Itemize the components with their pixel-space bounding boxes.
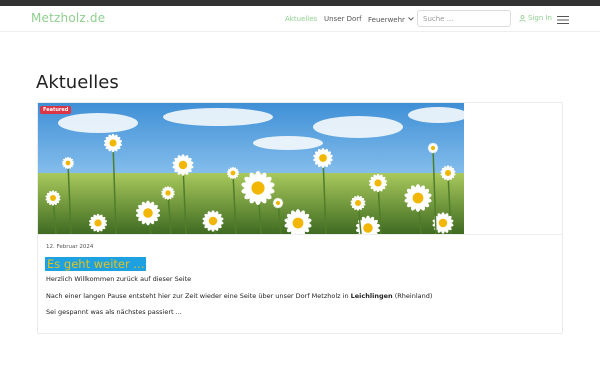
user-icon [519, 14, 528, 22]
post-paragraph-welcome: Herzlich Willkommen zurück auf dieser Se… [46, 275, 192, 283]
site-logo-link[interactable]: Metzholz.de [31, 11, 105, 25]
nav-item-feuerwehr[interactable]: Feuerwehr [368, 15, 414, 24]
post-hero-image[interactable]: Featured [38, 103, 464, 234]
main-navbar: Metzholz.de Aktuelles Unser Dorf Feuerwe… [0, 6, 600, 32]
post-date: 12. Februar 2024 [46, 244, 94, 250]
chevron-down-icon [408, 15, 414, 23]
post-title-link[interactable]: Es geht weiter ... [45, 257, 147, 271]
featured-badge: Featured [40, 106, 72, 114]
hamburger-menu-icon[interactable] [557, 15, 569, 25]
intro-text-bold-town: Leichlingen [350, 292, 393, 300]
intro-text-start: Nach einer langen Pause entsteht hier zu… [46, 292, 351, 300]
post-card: Featured 12. Februar 2024 Es geht weiter… [37, 102, 563, 334]
sign-in-link[interactable]: Sign In [519, 14, 552, 22]
intro-text-end: (Rheinland) [392, 292, 433, 300]
post-paragraph-closing: Sei gespannt was als nächstes passiert .… [46, 308, 182, 316]
card-divider [38, 234, 562, 235]
page-title: Aktuelles [36, 72, 119, 93]
post-paragraph-intro: Nach einer langen Pause entsteht hier zu… [46, 292, 432, 300]
search-input[interactable] [417, 10, 511, 27]
nav-item-feuerwehr-label: Feuerwehr [368, 16, 405, 24]
daisy-field-photo [38, 103, 464, 234]
nav-item-unser-dorf[interactable]: Unser Dorf [324, 15, 362, 23]
sign-in-label: Sign In [528, 14, 552, 22]
nav-item-aktuelles[interactable]: Aktuelles [285, 15, 317, 23]
